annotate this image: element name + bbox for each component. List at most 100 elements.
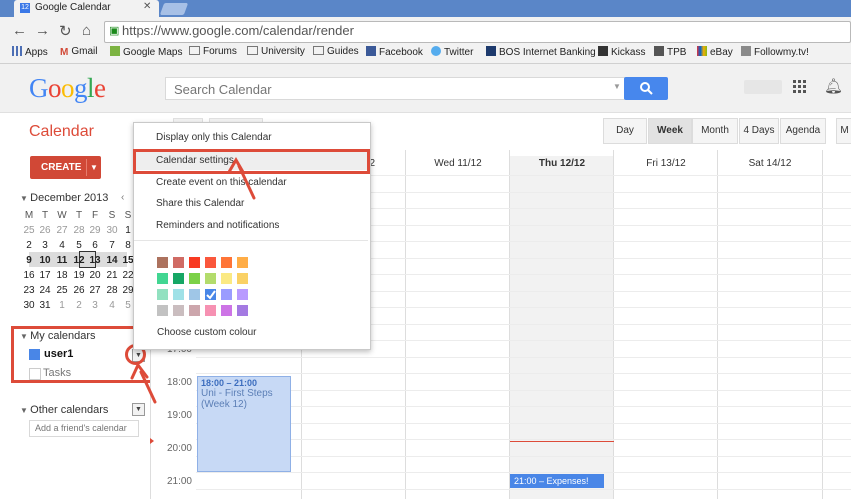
google-logo[interactable]: Google	[29, 73, 106, 104]
other-calendars-header[interactable]: ▼ Other calendars	[20, 404, 108, 416]
color-swatch[interactable]	[173, 289, 184, 300]
mini-calendar-day[interactable]: 4	[104, 298, 120, 313]
create-dropdown-icon[interactable]: ▼	[90, 156, 98, 179]
back-icon[interactable]: ←	[12, 22, 27, 39]
calendar-item-tasks[interactable]: Tasks	[43, 367, 71, 379]
mini-calendar-day[interactable]: 20	[87, 268, 103, 283]
color-swatch[interactable]	[237, 305, 248, 316]
color-swatch[interactable]	[189, 273, 200, 284]
mini-calendar-day[interactable]: 6	[87, 238, 103, 253]
mini-calendar-day[interactable]: 18	[54, 268, 70, 283]
color-swatch[interactable]	[173, 273, 184, 284]
view-day-button[interactable]: Day	[603, 118, 647, 144]
mini-calendar-day[interactable]: 17	[37, 268, 53, 283]
color-swatch[interactable]	[205, 305, 216, 316]
bookmark-facebook[interactable]: Facebook	[366, 46, 423, 58]
mini-calendar-day[interactable]: 4	[54, 238, 70, 253]
mini-calendar-day[interactable]: 12	[71, 253, 87, 268]
mini-calendar-day[interactable]: 9	[21, 253, 37, 268]
notifications-bell-icon[interactable]: 🔔︎	[824, 77, 843, 95]
color-swatch[interactable]	[205, 289, 216, 300]
mini-calendar-day[interactable]: 28	[104, 283, 120, 298]
color-swatch[interactable]	[173, 305, 184, 316]
mini-calendar-day[interactable]: 2	[71, 298, 87, 313]
menu-item-reminders[interactable]: Reminders and notifications	[156, 220, 279, 231]
view-month-button[interactable]: Month	[692, 118, 738, 144]
mini-calendar-day[interactable]: 27	[54, 223, 70, 238]
my-calendars-header[interactable]: ▼ My calendars	[20, 330, 96, 342]
mini-calendar-day[interactable]: 27	[87, 283, 103, 298]
color-swatch[interactable]	[221, 305, 232, 316]
new-tab-button[interactable]	[159, 3, 189, 15]
bookmark-apps[interactable]: Apps	[12, 46, 48, 58]
bookmark-tpb[interactable]: TPB	[654, 46, 686, 58]
prev-month-icon[interactable]: ‹	[121, 192, 124, 203]
menu-item-display-only[interactable]: Display only this Calendar	[156, 132, 272, 143]
color-swatch[interactable]	[189, 289, 200, 300]
bookmark-university[interactable]: University	[247, 46, 305, 57]
create-button[interactable]: CREATE ▼	[30, 156, 101, 179]
mini-calendar-day[interactable]: 25	[21, 223, 37, 238]
tasks-checkbox[interactable]	[29, 368, 41, 380]
mini-calendar-day[interactable]: 3	[37, 238, 53, 253]
close-tab-icon[interactable]: ✕	[143, 1, 151, 12]
mini-calendar-day[interactable]: 29	[87, 223, 103, 238]
view-agenda-button[interactable]: Agenda	[780, 118, 826, 144]
reload-icon[interactable]: ↻	[59, 22, 72, 40]
color-swatch[interactable]	[221, 289, 232, 300]
mini-calendar-day[interactable]: 31	[37, 298, 53, 313]
color-swatch[interactable]	[237, 273, 248, 284]
other-calendars-dropdown-icon[interactable]: ▼	[132, 403, 145, 416]
mini-calendar-day[interactable]: 26	[37, 223, 53, 238]
color-swatch[interactable]	[173, 257, 184, 268]
mini-calendar-day[interactable]: 14	[104, 253, 120, 268]
mini-calendar-day[interactable]: 24	[37, 283, 53, 298]
search-input[interactable]	[172, 79, 596, 100]
bookmark-kickass[interactable]: Kickass	[598, 46, 645, 58]
day-header-fri[interactable]: Fri 13/12	[614, 158, 718, 169]
mini-calendar-day[interactable]: 25	[54, 283, 70, 298]
color-swatch[interactable]	[237, 257, 248, 268]
calendar-color-swatch[interactable]	[29, 349, 40, 360]
bookmark-guides[interactable]: Guides	[313, 46, 359, 57]
color-swatch[interactable]	[157, 273, 168, 284]
menu-item-share[interactable]: Share this Calendar	[156, 198, 244, 209]
mini-calendar-day[interactable]: 28	[71, 223, 87, 238]
color-swatch[interactable]	[157, 289, 168, 300]
color-swatch[interactable]	[205, 257, 216, 268]
color-swatch[interactable]	[189, 257, 200, 268]
mini-calendar-day[interactable]: 10	[37, 253, 53, 268]
account-name[interactable]	[744, 80, 782, 94]
view-week-button[interactable]: Week	[648, 118, 692, 144]
mini-calendar-day[interactable]: 1	[54, 298, 70, 313]
bookmark-bos[interactable]: BOS Internet Banking	[486, 46, 596, 58]
day-header-sat[interactable]: Sat 14/12	[718, 158, 822, 169]
bookmark-twitter[interactable]: Twitter	[431, 46, 473, 58]
more-button[interactable]: M	[836, 118, 851, 144]
color-swatch[interactable]	[221, 273, 232, 284]
color-swatch[interactable]	[189, 305, 200, 316]
add-friend-calendar-input[interactable]	[29, 420, 139, 437]
apps-launcher-icon[interactable]	[793, 80, 806, 93]
home-icon[interactable]: ⌂	[82, 22, 91, 39]
day-header-wed[interactable]: Wed 11/12	[406, 158, 510, 169]
color-swatch[interactable]	[205, 273, 216, 284]
mini-calendar-day[interactable]: 19	[71, 268, 87, 283]
mini-calendar-day[interactable]: 13	[87, 253, 103, 268]
mini-calendar-day[interactable]: 23	[21, 283, 37, 298]
color-swatch[interactable]	[237, 289, 248, 300]
mini-calendar-day[interactable]: 7	[104, 238, 120, 253]
mini-calendar-day[interactable]: 2	[21, 238, 37, 253]
bookmark-google-maps[interactable]: Google Maps	[110, 46, 182, 58]
search-button[interactable]	[624, 77, 668, 100]
bookmark-followmy[interactable]: Followmy.tv!	[741, 46, 809, 58]
bookmark-ebay[interactable]: eBay	[697, 46, 733, 58]
mini-calendar-day[interactable]: 16	[21, 268, 37, 283]
mini-calendar-day[interactable]: 5	[71, 238, 87, 253]
color-swatch[interactable]	[157, 257, 168, 268]
bookmark-forums[interactable]: Forums	[189, 46, 237, 57]
mini-calendar-day[interactable]: 11	[54, 253, 70, 268]
search-options-icon[interactable]: ▼	[613, 82, 621, 91]
mini-calendar-title[interactable]: ▼ December 2013	[20, 192, 108, 204]
mini-calendar-day[interactable]: 3	[87, 298, 103, 313]
